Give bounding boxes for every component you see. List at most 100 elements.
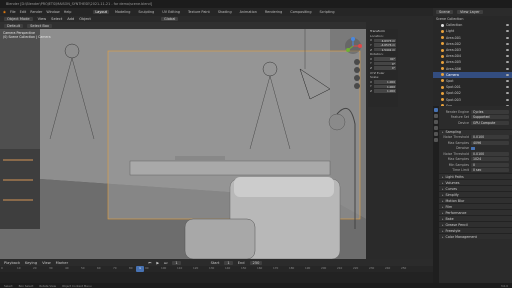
visibility-eye-icon[interactable] xyxy=(506,36,509,39)
visibility-eye-icon[interactable] xyxy=(506,30,509,33)
workspace-tab-compositing[interactable]: Compositing xyxy=(288,10,313,14)
visibility-eye-icon[interactable] xyxy=(506,98,509,101)
menu-help[interactable]: Help xyxy=(64,10,72,14)
workspace-tab-scripting[interactable]: Scripting xyxy=(318,10,337,14)
max-samples-field[interactable]: 1024 xyxy=(471,157,509,162)
outliner-item-label: Spot.002 xyxy=(446,91,461,96)
visibility-eye-icon[interactable] xyxy=(506,73,509,76)
view-layer-tab-icon[interactable] xyxy=(434,120,438,124)
perspective-toggle-icon[interactable] xyxy=(354,83,360,89)
current-frame-field[interactable]: 1 xyxy=(172,260,181,265)
visibility-eye-icon[interactable] xyxy=(506,92,509,95)
timeline-header: Playback Keying View Marker ⏮ ▶ ⏭ 1 Star… xyxy=(0,259,433,266)
world-tab-icon[interactable] xyxy=(434,132,438,136)
scale-z-field[interactable]: Z 1.000 xyxy=(368,89,398,94)
transform-pivot-selector[interactable]: Default xyxy=(4,23,24,28)
object-type-icon xyxy=(441,60,444,64)
row-label: Render Engine xyxy=(445,109,469,114)
playhead[interactable]: 1 xyxy=(136,266,144,272)
workspace-tab-shading[interactable]: Shading xyxy=(216,10,234,14)
window-title: Blender [D:\Blender\PROJETS\MAISON_SYNTH… xyxy=(6,2,152,6)
status-select: Select xyxy=(4,283,13,288)
visibility-eye-icon[interactable] xyxy=(506,55,509,58)
menu-select[interactable]: Select xyxy=(51,17,62,21)
field-value[interactable]: 90° xyxy=(374,57,396,61)
status-bar: Select Box Select Rotate View Object Con… xyxy=(0,283,512,288)
view-collection-label: (0) Scene Collection | Camera xyxy=(3,35,51,39)
orientation-selector[interactable]: Global xyxy=(160,17,179,21)
field-value[interactable]: 4.6373 m xyxy=(374,38,396,43)
menu-keying[interactable]: Keying xyxy=(25,261,37,265)
row-label: Noise Threshold xyxy=(443,151,469,156)
object-type-icon xyxy=(441,85,444,89)
jump-start-icon[interactable]: ⏮ xyxy=(148,261,151,265)
start-frame-field[interactable]: 1 xyxy=(224,260,233,265)
denoise-checkbox[interactable] xyxy=(471,146,475,150)
menu-marker[interactable]: Marker xyxy=(56,261,68,265)
frame-tick-label: 90 xyxy=(145,266,149,270)
menu-render[interactable]: Render xyxy=(30,10,42,14)
field-value[interactable]: -4.6576 m xyxy=(373,43,396,47)
noise-threshold-field[interactable]: 0.0100 xyxy=(471,151,509,156)
object-type-icon xyxy=(441,23,444,27)
field-value[interactable]: 1.000 xyxy=(374,80,396,84)
field-value[interactable]: 1.000 xyxy=(373,84,396,89)
menu-edit[interactable]: Edit xyxy=(20,10,27,14)
3d-viewport[interactable]: Camera Perspective (0) Scene Collection … xyxy=(0,29,366,259)
frame-tick-label: 100 xyxy=(161,266,167,270)
workspace-tab-layout[interactable]: Layout xyxy=(93,10,109,14)
visibility-eye-icon[interactable] xyxy=(506,86,509,89)
navigation-gizmo-icon[interactable] xyxy=(344,37,362,55)
workspace-tab-uv-editing[interactable]: UV Editing xyxy=(160,10,182,14)
workspace-tab-texture-paint[interactable]: Texture Paint xyxy=(186,10,212,14)
workspace-tab-modeling[interactable]: Modeling xyxy=(113,10,132,14)
menu-object[interactable]: Object xyxy=(79,17,91,21)
scene-selector-bar: Scene View Layer xyxy=(433,8,512,16)
section-color-management[interactable]: Color Management xyxy=(439,233,512,239)
camera-view-icon[interactable] xyxy=(354,75,360,81)
menu-add[interactable]: Add xyxy=(67,17,74,21)
visibility-eye-icon[interactable] xyxy=(506,42,509,45)
scene-selector[interactable]: Scene xyxy=(436,10,453,14)
field-value[interactable]: 1.5441 m xyxy=(374,47,396,52)
menu-view[interactable]: View xyxy=(38,17,47,21)
render-tab-icon[interactable] xyxy=(434,108,438,112)
max-samples-field[interactable]: 4096 xyxy=(471,140,509,145)
field-value[interactable]: 0° xyxy=(374,66,396,70)
time-limit-field[interactable]: 0 sec xyxy=(471,168,509,173)
workspace-tab-sculpting[interactable]: Sculpting xyxy=(136,10,156,14)
mode-selector[interactable]: Object Mode xyxy=(4,17,33,21)
visibility-eye-icon[interactable] xyxy=(506,24,509,27)
visibility-eye-icon[interactable] xyxy=(506,49,509,52)
render-engine-select[interactable]: Cycles xyxy=(471,109,509,114)
frame-tick-label: 120 xyxy=(193,266,199,270)
end-frame-field[interactable]: 250 xyxy=(249,260,263,265)
visibility-eye-icon[interactable] xyxy=(506,61,509,64)
feature-set-select[interactable]: Supported xyxy=(471,115,509,120)
output-tab-icon[interactable] xyxy=(434,114,438,118)
object-tab-icon[interactable] xyxy=(434,138,438,142)
device-select[interactable]: GPU Compute xyxy=(471,120,509,125)
frame-ruler[interactable]: 0 10 20 30 40 50 60 70 80 90 100 110 120 130 140 150 160… xyxy=(0,266,433,272)
menu-playback[interactable]: Playback xyxy=(4,261,20,265)
drag-selector[interactable]: Select Box xyxy=(27,23,53,28)
scene-tab-icon[interactable] xyxy=(434,126,438,130)
workspace-tab-rendering[interactable]: Rendering xyxy=(263,10,284,14)
jump-end-icon[interactable]: ⏭ xyxy=(164,261,167,265)
zoom-icon[interactable] xyxy=(354,59,360,65)
blender-logo-icon[interactable]: ◉ xyxy=(3,10,6,14)
field-value[interactable]: 1.000 xyxy=(374,89,396,93)
pan-icon[interactable] xyxy=(354,67,360,73)
visibility-eye-icon[interactable] xyxy=(506,79,509,82)
view-layer-selector[interactable]: View Layer xyxy=(456,10,483,14)
workspace-tab-animation[interactable]: Animation xyxy=(238,10,259,14)
menu-file[interactable]: File xyxy=(10,10,16,14)
min-samples-field[interactable]: 0 xyxy=(471,162,509,167)
play-icon[interactable]: ▶ xyxy=(156,261,159,265)
visibility-eye-icon[interactable] xyxy=(506,67,509,70)
object-type-icon xyxy=(441,54,444,58)
menu-window[interactable]: Window xyxy=(46,10,59,14)
noise-threshold-field[interactable]: 0.0100 xyxy=(471,135,509,140)
menu-view[interactable]: View xyxy=(42,261,51,265)
field-value[interactable]: 0° xyxy=(373,61,396,66)
